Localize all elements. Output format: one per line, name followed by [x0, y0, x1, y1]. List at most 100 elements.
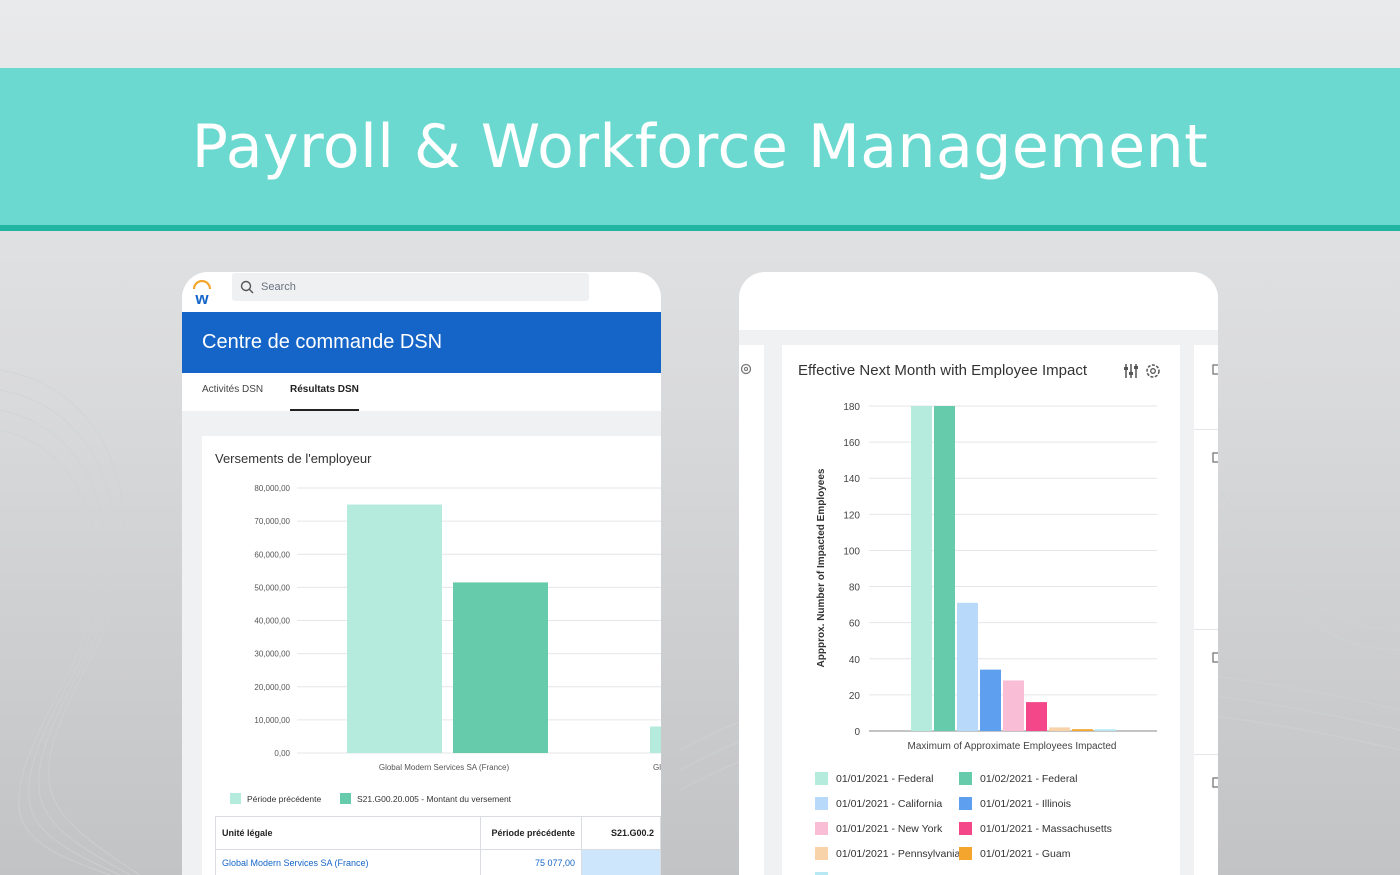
employer-payments-panel: Versements de l'employeur 0,00 10,000,00 2… [202, 436, 661, 875]
col-header-unit[interactable]: Unité légale [215, 816, 481, 850]
y-tick-label: 120 [843, 510, 860, 521]
y-tick-label: 30,000,00 [254, 650, 290, 659]
legend-swatch [959, 847, 972, 860]
side-panel-right [1194, 345, 1218, 875]
divider [1194, 429, 1218, 430]
page-title: Centre de commande DSN [202, 331, 443, 353]
search-icon [240, 280, 254, 294]
legend-swatch [959, 797, 972, 810]
y-tick-label: 40 [849, 655, 861, 666]
gear-icon[interactable] [739, 362, 753, 376]
banner-title: Payroll & Workforce Management [191, 111, 1209, 182]
employer-payments-chart: 0,00 10,000,00 20,000,00 30,000,00 40,000,00… [230, 484, 661, 804]
top-bar [739, 272, 1218, 330]
bar[interactable] [453, 582, 548, 753]
bar[interactable] [980, 669, 1001, 731]
cell-current-value [581, 849, 661, 875]
legend-swatch [340, 793, 351, 804]
y-tick-label: 100 [843, 546, 860, 557]
divider [1194, 629, 1218, 630]
bar[interactable] [934, 406, 955, 731]
title-banner: Payroll & Workforce Management [0, 68, 1400, 231]
search-placeholder: Search [261, 281, 296, 293]
legend-label[interactable]: Période précédente [247, 794, 321, 804]
legend-item[interactable]: 01/01/2021 - Pennsylvania [815, 847, 960, 860]
cell-unit-link[interactable]: Global Modern Services SA (France) [215, 849, 481, 875]
legend-label: 01/01/2021 - Federal [836, 772, 934, 785]
y-tick-label: 10,000,00 [254, 716, 290, 725]
legend-item[interactable]: 01/01/2021 - Illinois [959, 797, 1071, 810]
legend-swatch [815, 772, 828, 785]
x-axis-label: Maximum of Approximate Employees Impacte… [908, 741, 1117, 752]
x-tick-label: Global Modern Services SA (France) [379, 763, 510, 772]
legend-swatch [959, 772, 972, 785]
bar[interactable] [911, 406, 932, 731]
legend-item[interactable]: 01/01/2021 - California [815, 797, 942, 810]
bar[interactable] [1049, 727, 1070, 731]
tab-resultats-dsn[interactable]: Résultats DSN [290, 373, 359, 411]
y-tick-label: 50,000,00 [254, 583, 290, 592]
y-tick-label: 0 [854, 727, 860, 738]
export-icon[interactable] [1211, 450, 1218, 464]
side-panel-left [739, 345, 764, 875]
legend-swatch [815, 797, 828, 810]
employee-impact-chart: 0 20 40 60 80 100 120 140 160 180 Maximum of Appro… [816, 402, 1157, 752]
legend-swatch [230, 793, 241, 804]
legend-label[interactable]: S21.G00.20.005 - Montant du versement [357, 794, 512, 804]
y-tick-label: 20 [849, 691, 861, 702]
y-tick-label: 160 [843, 438, 860, 449]
y-tick-label: 180 [843, 402, 860, 413]
page-header: Centre de commande DSN [182, 312, 661, 373]
results-table: Unité légale Période précédente S21.G00.… [215, 816, 661, 875]
bar[interactable] [1026, 702, 1047, 731]
dsn-screenshot-card: w Search Centre de commande DSN Activité… [182, 272, 661, 875]
y-tick-label: 80,000,00 [254, 484, 290, 493]
y-tick-label: 20,000,00 [254, 683, 290, 692]
bar[interactable] [1095, 729, 1116, 731]
y-tick-label: 60,000,00 [254, 550, 290, 559]
tab-activites-dsn[interactable]: Activités DSN [202, 373, 263, 409]
y-tick-label: 70,000,00 [254, 517, 290, 526]
cell-previous-value[interactable]: 75 077,00 [480, 849, 582, 875]
y-tick-label: 40,000,00 [254, 617, 290, 626]
impact-screenshot-card: 0 20 40 60 80 100 120 140 160 180 Maximum of Appro… [739, 272, 1218, 875]
export-icon[interactable] [1211, 775, 1218, 789]
legend-label: 01/01/2021 - Guam [980, 847, 1071, 860]
divider [1194, 754, 1218, 755]
export-icon[interactable] [1211, 650, 1218, 664]
top-bar: w Search [182, 272, 661, 312]
bar[interactable] [347, 504, 442, 753]
legend-item[interactable]: 01/01/2021 - Massachusetts [959, 822, 1112, 835]
bar[interactable] [650, 726, 661, 754]
legend-label: 01/01/2021 - California [836, 797, 943, 810]
legend-item[interactable]: 01/01/2021 - Guam [959, 847, 1070, 860]
legend-item[interactable]: 01/01/2021 - Federal [815, 772, 933, 785]
search-input[interactable]: Search [232, 273, 589, 301]
bar[interactable] [957, 602, 978, 731]
y-tick-label: 140 [843, 474, 860, 485]
y-tick-label: 60 [849, 619, 861, 630]
col-header-previous[interactable]: Période précédente [480, 816, 582, 850]
tab-bar: Activités DSN Résultats DSN [182, 373, 661, 411]
employee-impact-panel: 0 20 40 60 80 100 120 140 160 180 Maximum of Appro… [782, 345, 1180, 875]
export-icon[interactable] [1211, 362, 1218, 376]
x-tick-label: Gl [653, 763, 661, 772]
legend-label: 01/02/2021 - Federal [980, 772, 1078, 785]
bar[interactable] [1003, 680, 1024, 731]
col-header-current[interactable]: S21.G00.2 [581, 816, 661, 850]
y-tick-label: 0,00 [274, 749, 290, 758]
panel-title: Effective Next Month with Employee Impac… [798, 362, 1088, 379]
legend-item[interactable]: 01/02/2021 - Federal [959, 772, 1077, 785]
y-tick-label: 80 [849, 583, 861, 594]
legend-swatch [815, 822, 828, 835]
bar[interactable] [1072, 729, 1093, 731]
legend-swatch [815, 847, 828, 860]
legend-label: 01/01/2021 - New York [836, 822, 943, 835]
table-header-row: Unité légale Période précédente S21.G00.… [215, 816, 661, 850]
filter-sliders-icon[interactable] [1122, 362, 1140, 380]
y-axis-label: Appprox. Number of Impacted Employees [816, 468, 827, 667]
gear-icon[interactable] [1144, 362, 1162, 380]
legend-item[interactable]: 01/01/2021 - New York [815, 822, 942, 835]
panel-title: Versements de l'employeur [215, 451, 372, 466]
legend-label: 01/01/2021 - Illinois [980, 797, 1072, 810]
